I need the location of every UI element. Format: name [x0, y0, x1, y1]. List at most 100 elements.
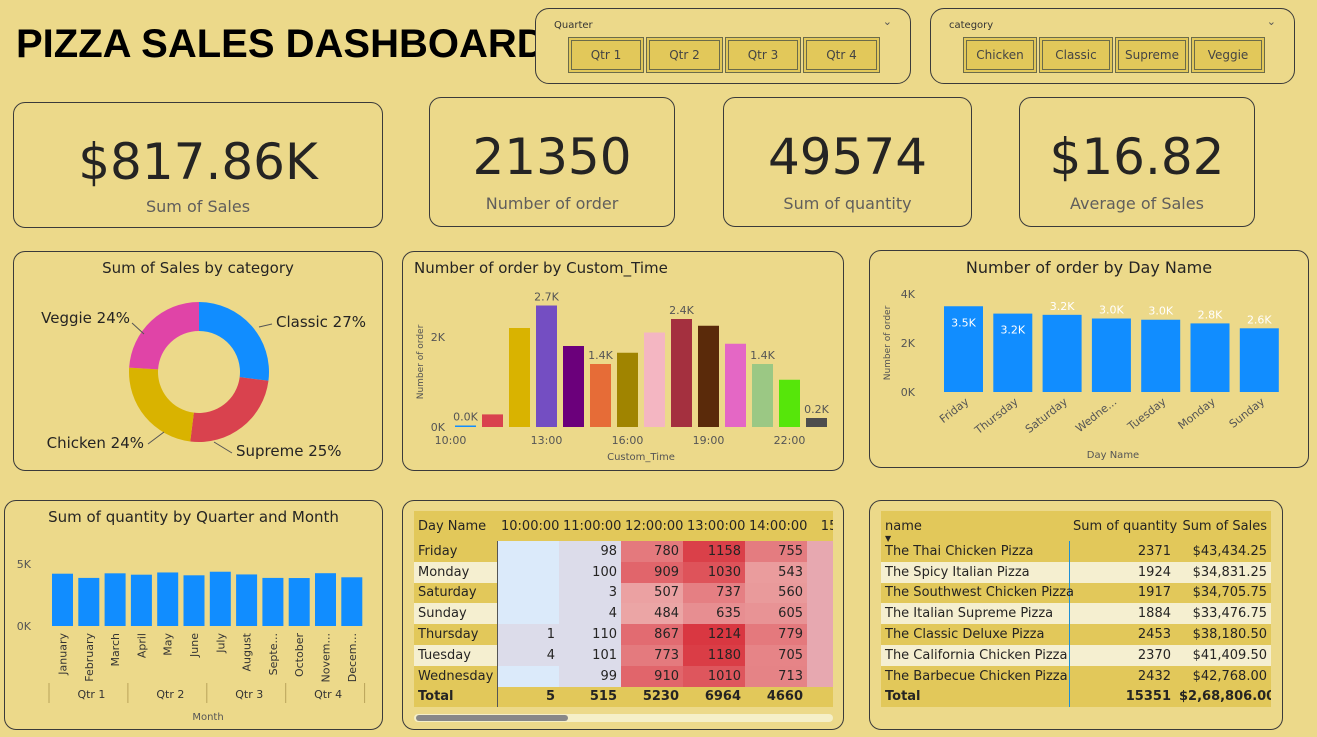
chevron-down-icon[interactable]: ⌄	[883, 15, 892, 28]
slicer-chip-chicken[interactable]: Chicken	[963, 37, 1037, 73]
leader-line	[131, 322, 145, 335]
matrix-col-header[interactable]: 14:00:00	[745, 511, 807, 541]
slicer-chip-qtr3[interactable]: Qtr 3	[725, 37, 801, 73]
slicer-chip-veggie[interactable]: Veggie	[1191, 37, 1265, 73]
data-label: 3.0K	[1148, 305, 1173, 318]
slicer-chip-qtr2[interactable]: Qtr 2	[646, 37, 723, 73]
table-col-header[interactable]: Sum of quantity	[1069, 511, 1177, 541]
matrix-cell	[497, 665, 559, 687]
matrix-col-header[interactable]: 12:00:00	[621, 511, 683, 541]
table-row[interactable]: The Thai Chicken Pizza 2371 $43,434.25	[881, 541, 1271, 562]
slicer-chip-classic[interactable]: Classic	[1039, 37, 1113, 73]
matrix-cell: 1180	[683, 644, 745, 666]
quantity-cell: 1884	[1137, 606, 1171, 622]
sort-desc-icon[interactable]: ▼	[885, 534, 891, 543]
row-label: Tuesday	[414, 644, 498, 666]
bar	[1042, 314, 1082, 392]
x-tick-label: 19:00	[693, 434, 725, 447]
bar	[1239, 328, 1279, 392]
slicer-chip-supreme[interactable]: Supreme	[1115, 37, 1189, 73]
scrollbar-thumb[interactable]	[416, 715, 568, 721]
x-tick-label: Novem...	[320, 633, 333, 682]
y-tick-label: 0K	[901, 386, 916, 399]
matrix-cell: 484	[621, 603, 683, 625]
bar	[130, 574, 152, 626]
bar	[52, 573, 73, 626]
chevron-down-icon[interactable]: ⌄	[1267, 15, 1276, 28]
pizza-name-cell: The Thai Chicken Pizza	[881, 541, 1070, 562]
table-row[interactable]: The Spicy Italian Pizza 1924 $34,831.25	[881, 561, 1271, 583]
slice-label: Classic 27%	[276, 313, 366, 331]
horizontal-scrollbar[interactable]	[414, 714, 833, 722]
y-axis-label: Number of order	[883, 305, 893, 380]
matrix-cell: 635	[683, 603, 745, 625]
matrix-col-header[interactable]: 15:0	[807, 511, 833, 541]
x-tick-label: Friday	[937, 395, 972, 426]
row-label: Friday	[414, 541, 498, 562]
category-slicer-label: category	[949, 20, 994, 31]
data-label: 2.8K	[1198, 308, 1223, 321]
group-label: Qtr 3	[235, 688, 263, 701]
matrix-cell	[807, 644, 833, 666]
matrix-table: Day Name 10:00:00 11:00:00 12:00:00 13:00:00…	[414, 511, 833, 708]
x-tick-label: Sunday	[1227, 395, 1268, 431]
x-tick-label: October	[293, 633, 306, 677]
matrix-cell	[807, 541, 833, 562]
x-axis-label: Day Name	[1087, 450, 1139, 461]
bar	[78, 577, 100, 626]
table-col-header[interactable]: name ▼	[881, 511, 1069, 544]
x-tick-label: August	[241, 632, 254, 671]
matrix-cell: 560	[745, 582, 807, 604]
y-tick-label: 5K	[17, 558, 32, 571]
slicer-chip-qtr1[interactable]: Qtr 1	[568, 37, 644, 73]
table-col-header[interactable]: Sum of Sales	[1175, 511, 1271, 541]
table-row[interactable]: The Classic Deluxe Pizza 2453 $38,180.50	[881, 624, 1271, 645]
table-row[interactable]: The Barbecue Chicken Pizza 2432 $42,768.00	[881, 665, 1271, 687]
group-label: Qtr 1	[77, 688, 105, 701]
x-tick-label: March	[109, 633, 122, 667]
matrix-col-header[interactable]: 11:00:00	[559, 511, 621, 541]
table-row[interactable]: The California Chicken Pizza 2370 $41,409.…	[881, 644, 1271, 666]
table-row[interactable]: The Italian Supreme Pizza 1884 $33,476.75	[881, 603, 1271, 625]
data-label: 0.0K	[453, 411, 478, 424]
pizza-name-cell: The Southwest Chicken Pizza	[881, 582, 1074, 604]
table-row[interactable]: The Southwest Chicken Pizza 1917 $34,705.7…	[881, 582, 1271, 604]
kpi-card-sales: $817.86K Sum of Sales	[13, 102, 383, 228]
pizza-table-viewport: name ▼ Sum of quantity Sum of Sales The Tha…	[881, 511, 1271, 713]
quantity-cell: 2371	[1137, 543, 1171, 559]
matrix-col-header[interactable]: 10:00:00	[497, 511, 559, 541]
donut-chart-card: Sum of Sales by category Classic 27% Supr…	[13, 251, 383, 471]
bar	[341, 577, 363, 626]
bar	[455, 425, 476, 427]
row-label: Wednesday	[414, 665, 498, 687]
pizza-name-cell: The California Chicken Pizza	[881, 644, 1070, 666]
matrix-row: Tuesday 4 101 773 1180 705	[414, 644, 833, 666]
bar	[509, 328, 530, 427]
y-tick-label: 0K	[17, 620, 32, 633]
slice-label: Supreme 25%	[236, 442, 342, 460]
matrix-cell: 1030	[683, 561, 745, 583]
quantity-cell: 2370	[1137, 647, 1171, 663]
donut-slice-supreme	[190, 377, 269, 442]
matrix-col-header[interactable]: 13:00:00	[683, 511, 745, 541]
matrix-col-header[interactable]: Day Name	[414, 511, 497, 541]
bar	[262, 577, 284, 626]
matrix-cell: 100	[559, 561, 621, 583]
leader-line	[213, 441, 233, 454]
data-label: 2.6K	[1247, 313, 1272, 326]
matrix-cell: 507	[621, 582, 683, 604]
matrix-cell	[807, 582, 833, 604]
pizza-name-cell: The Spicy Italian Pizza	[881, 561, 1070, 583]
group-label: Qtr 4	[314, 688, 342, 701]
matrix-cell	[807, 603, 833, 625]
sales-cell: $41,409.50	[1192, 647, 1267, 663]
x-tick-label: February	[83, 633, 96, 682]
data-label: 1.4K	[588, 349, 613, 362]
kpi-card-average: $16.82 Average of Sales	[1019, 97, 1255, 227]
bar	[209, 571, 231, 626]
slicer-chip-qtr4[interactable]: Qtr 4	[803, 37, 880, 73]
leader-line	[258, 323, 273, 328]
dashboard-title: PIZZA SALES DASHBOARD	[16, 22, 546, 66]
matrix-cell	[497, 561, 559, 583]
bar	[671, 319, 692, 427]
